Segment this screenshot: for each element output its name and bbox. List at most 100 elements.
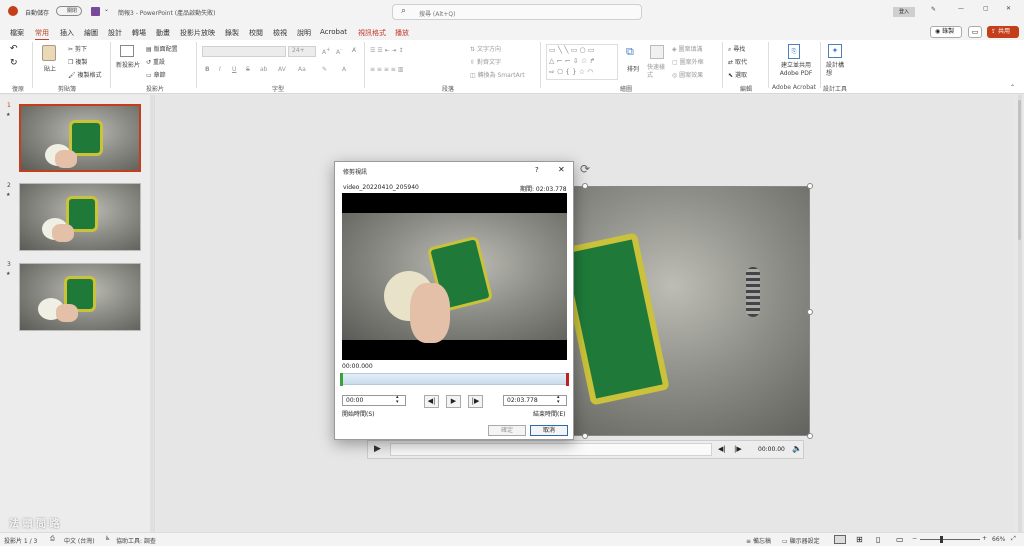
layout-button[interactable]: ▤ 版面配置 [146, 44, 178, 53]
dialog-close-icon[interactable]: ✕ [558, 165, 565, 174]
zoom-slider-thumb[interactable] [940, 536, 943, 543]
language-indicator[interactable]: 中文 (台灣) [64, 536, 95, 545]
slide-sorter-icon[interactable]: ⊞ [856, 535, 863, 544]
tab-insert[interactable]: 插入 [60, 28, 74, 38]
forward-icon[interactable]: |▶ [734, 445, 742, 453]
tab-animations[interactable]: 動畫 [156, 28, 170, 38]
resize-handle[interactable] [807, 309, 813, 315]
accessibility-icon[interactable]: ♿ [105, 535, 110, 542]
copy-button[interactable]: ❐ 複製 [68, 57, 87, 66]
find-button[interactable]: ⌕ 尋找 [728, 44, 745, 54]
play-icon[interactable]: ▶ [374, 444, 381, 454]
autosave-toggle[interactable]: 關閉 [56, 6, 82, 16]
text-direction-button[interactable]: ⇅ 文字方向 [470, 44, 501, 53]
collapse-ribbon-icon[interactable]: ⌃ [1010, 84, 1015, 91]
slideshow-view-icon[interactable]: ▭ [896, 535, 904, 544]
restore-icon[interactable]: ▢ [983, 5, 989, 12]
tab-slideshow[interactable]: 投影片放映 [180, 28, 215, 38]
reading-view-icon[interactable]: ▯ [876, 535, 880, 544]
strikethrough-icon[interactable]: S [246, 66, 250, 73]
display-settings-button[interactable]: ▭ 顯示器設定 [782, 536, 820, 545]
end-trim-marker[interactable] [566, 373, 569, 386]
bold-icon[interactable]: B [205, 66, 210, 73]
zoom-slider[interactable] [920, 539, 980, 540]
clear-format-icon[interactable]: A̸ [352, 47, 356, 54]
sign-in-button[interactable]: 登入 [893, 7, 915, 17]
accessibility-status[interactable]: 協助工具: 調查 [116, 536, 156, 545]
select-button[interactable]: ⬉ 選取 [728, 70, 747, 79]
rewind-icon[interactable]: ◀| [718, 445, 726, 453]
redo-icon[interactable]: ↻ [10, 58, 18, 68]
comments-icon[interactable]: ▭ [968, 26, 982, 38]
quick-styles-icon[interactable] [650, 45, 664, 59]
cancel-button[interactable]: 取消 [530, 425, 568, 436]
shape-effects-button[interactable]: ◎ 圖案效果 [672, 70, 703, 79]
tab-draw[interactable]: 繪圖 [84, 28, 98, 38]
align-icons[interactable]: ≡ ≡ ≡ ≡ ▥ [370, 66, 403, 73]
pane-scrollbar[interactable] [150, 95, 154, 532]
fit-slide-icon[interactable]: ⤢ [1011, 535, 1016, 543]
section-button[interactable]: ▭ 章節 [146, 70, 166, 79]
highlight-icon[interactable]: ✎ [322, 66, 327, 73]
tab-record[interactable]: 錄製 [225, 28, 239, 38]
rotate-handle-icon[interactable]: ⟳ [580, 162, 590, 176]
font-family-select[interactable] [202, 46, 286, 57]
canvas-scroll-thumb[interactable] [1018, 100, 1021, 240]
new-slide-icon[interactable] [120, 45, 134, 57]
resize-handle[interactable] [582, 433, 588, 439]
arrange-icon[interactable]: ⧉ [626, 45, 640, 59]
resize-handle[interactable] [807, 433, 813, 439]
shape-fill-button[interactable]: ◈ 圖案填滿 [672, 44, 703, 53]
minimize-icon[interactable]: — [958, 5, 964, 12]
font-size-select[interactable]: 24+ [288, 46, 316, 57]
player-progress-track[interactable] [390, 443, 712, 456]
undo-icon[interactable]: ↶ [10, 44, 18, 54]
tab-acrobat[interactable]: Acrobat [320, 28, 347, 36]
new-slide-button[interactable]: 新投影片 [116, 62, 142, 70]
spellcheck-icon[interactable]: ⎙ [50, 535, 55, 543]
pdf-icon[interactable]: ⎘ [788, 44, 800, 59]
format-painter-button[interactable]: 🖌 複製格式 [68, 70, 102, 79]
tab-help[interactable]: 說明 [297, 28, 311, 38]
paste-button[interactable]: 貼上 [44, 64, 56, 73]
slide-thumbnail-2[interactable] [19, 183, 141, 251]
quick-styles-button[interactable]: 快速樣式 [647, 64, 669, 80]
tab-design[interactable]: 設計 [108, 28, 122, 38]
notes-button[interactable]: ≡ 備忘稿 [746, 536, 771, 545]
tab-transitions[interactable]: 轉場 [132, 28, 146, 38]
replace-button[interactable]: ⇄ 取代 [728, 57, 747, 66]
start-time-spinner-icon[interactable]: ▴ ▾ [396, 395, 399, 405]
zoom-in-icon[interactable]: + [982, 535, 987, 542]
bullets-icon[interactable]: ☰ ☰ ⇤ ⇥ ↕ [370, 47, 403, 54]
change-case-icon[interactable]: Aa [298, 66, 306, 73]
font-color-icon[interactable]: A [342, 66, 346, 73]
slide-thumbnail-1[interactable] [19, 104, 141, 172]
tab-playback[interactable]: 播放 [395, 28, 409, 38]
trim-timeline[interactable] [342, 373, 568, 385]
slide-thumbnail-3[interactable] [19, 263, 141, 331]
share-button[interactable]: ⇪ 共用 [987, 26, 1019, 38]
record-button[interactable]: ◉ 錄製 [930, 26, 962, 38]
shrink-font-icon[interactable]: A- [336, 47, 342, 56]
tab-video-format[interactable]: 視訊格式 [358, 28, 386, 38]
search-box[interactable]: ⌕ 搜尋 (Alt+Q) [392, 4, 642, 20]
pen-icon[interactable]: ✎ [931, 6, 936, 13]
shape-outline-button[interactable]: ▢ 圖案外框 [672, 57, 704, 66]
underline-icon[interactable]: U [232, 66, 236, 73]
designer-icon[interactable]: ✦ [828, 44, 842, 58]
ok-button[interactable]: 確定 [488, 425, 526, 436]
italic-icon[interactable]: I [219, 66, 221, 73]
resize-handle[interactable] [807, 183, 813, 189]
normal-view-icon[interactable] [834, 535, 846, 544]
create-pdf-button[interactable]: 建立並共用 Adobe PDF [774, 62, 818, 78]
save-icon[interactable] [91, 7, 100, 16]
smartart-button[interactable]: ◫ 轉換為 SmartArt [470, 70, 525, 79]
previous-frame-button[interactable]: ◀| [424, 395, 439, 408]
arrange-button[interactable]: 排列 [627, 64, 639, 73]
shadow-icon[interactable]: ab [260, 66, 268, 73]
help-icon[interactable]: ? [535, 166, 539, 174]
close-window-icon[interactable]: ✕ [1006, 5, 1011, 12]
volume-icon[interactable]: 🔈 [792, 444, 802, 453]
paste-icon[interactable] [42, 45, 56, 61]
next-frame-button[interactable]: |▶ [468, 395, 483, 408]
